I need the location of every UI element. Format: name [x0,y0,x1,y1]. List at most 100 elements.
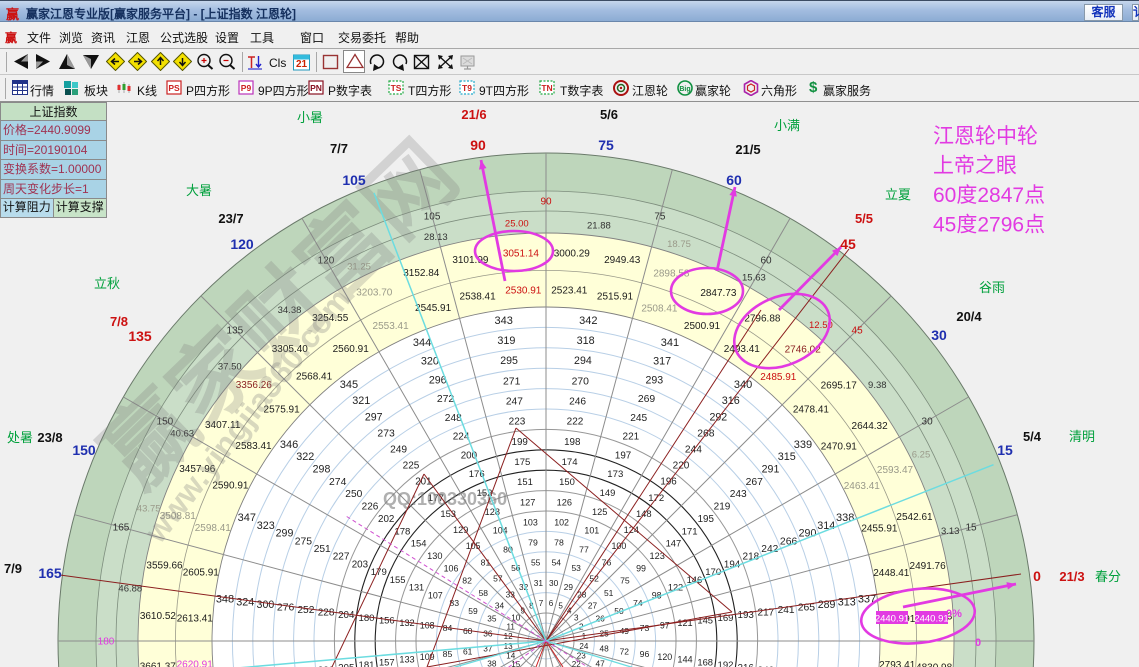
svg-text:192: 192 [717,660,733,667]
svg-text:150: 150 [72,442,96,458]
svg-text:133: 133 [399,655,414,665]
svg-text:2620.91: 2620.91 [177,659,214,667]
svg-text:小暑: 小暑 [297,110,323,125]
svg-text:9.38: 9.38 [868,380,887,391]
svg-text:2644.32: 2644.32 [852,421,889,432]
svg-text:219: 219 [714,502,731,513]
svg-text:77: 77 [579,544,589,554]
svg-text:38: 38 [487,658,497,667]
svg-text:60: 60 [760,256,772,267]
svg-text:298: 298 [313,464,331,476]
svg-text:58: 58 [479,588,489,598]
svg-text:299: 299 [276,528,294,540]
svg-text:55: 55 [531,558,541,568]
svg-text:274: 274 [329,477,347,488]
svg-text:135: 135 [128,328,152,344]
svg-text:3152.84: 3152.84 [403,268,440,279]
svg-text:11: 11 [506,622,515,631]
svg-text:300: 300 [257,599,275,611]
svg-text:127: 127 [520,497,535,507]
svg-text:168: 168 [697,656,713,667]
svg-text:322: 322 [296,451,314,463]
svg-text:342: 342 [579,315,597,327]
svg-text:PN: PN [310,83,322,93]
svg-text:13: 13 [504,642,514,651]
svg-text:20/4: 20/4 [956,309,982,324]
svg-text:338: 338 [836,512,854,524]
svg-text:201: 201 [415,477,431,488]
svg-text:5/4: 5/4 [1023,429,1042,444]
svg-text:79: 79 [528,538,538,548]
svg-text:18.75: 18.75 [667,239,691,250]
svg-text:TN: TN [541,83,552,93]
svg-text:144: 144 [677,655,692,665]
svg-text:105: 105 [342,172,366,188]
svg-text:180: 180 [98,637,115,648]
svg-text:T9: T9 [462,83,472,93]
svg-text:0: 0 [975,637,981,649]
svg-text:2613.41: 2613.41 [177,613,214,624]
svg-text:4830.98: 4830.98 [916,662,953,667]
svg-text:171: 171 [682,526,698,537]
svg-text:147: 147 [666,538,682,549]
svg-text:251: 251 [314,544,331,555]
svg-text:157: 157 [379,656,395,667]
svg-text:165: 165 [38,565,62,581]
svg-text:34: 34 [495,600,505,610]
svg-text:21/3: 21/3 [1059,569,1084,584]
svg-text:226: 226 [362,502,379,513]
svg-text:75: 75 [598,137,614,153]
svg-text:2485.91: 2485.91 [760,372,797,383]
svg-text:5/5: 5/5 [855,211,873,226]
svg-text:2455.91: 2455.91 [861,524,898,535]
svg-text:15: 15 [997,442,1013,458]
svg-text:2542.61: 2542.61 [896,512,933,523]
svg-text:谷雨: 谷雨 [979,280,1005,295]
svg-text:54: 54 [552,558,562,568]
svg-text:175: 175 [514,457,530,468]
svg-text:处暑: 处暑 [7,430,33,445]
svg-text:0%: 0% [946,608,962,620]
svg-text:222: 222 [567,417,584,428]
svg-text:53: 53 [571,563,581,573]
svg-text:2463.41: 2463.41 [844,481,881,492]
svg-text:165: 165 [113,523,130,534]
svg-text:106: 106 [444,563,459,573]
svg-text:316: 316 [722,395,740,407]
svg-text:267: 267 [746,477,764,488]
svg-text:150: 150 [559,476,575,487]
svg-text:2530.91: 2530.91 [505,285,542,296]
svg-text:2796.88: 2796.88 [744,313,781,324]
svg-text:30: 30 [922,417,934,428]
svg-text:317: 317 [653,356,671,368]
svg-text:72: 72 [620,646,630,656]
svg-text:2448.41: 2448.41 [873,568,910,579]
svg-text:2470.91: 2470.91 [821,441,858,452]
svg-text:273: 273 [377,428,395,439]
svg-text:324: 324 [236,596,254,608]
svg-text:2500.91: 2500.91 [684,321,721,332]
svg-text:21.88: 21.88 [587,221,611,232]
svg-text:21/6: 21/6 [461,107,486,122]
svg-text:2560.91: 2560.91 [333,344,370,355]
svg-text:130: 130 [427,551,442,561]
svg-text:2508.41: 2508.41 [641,303,678,314]
svg-text:7/9: 7/9 [4,561,22,576]
svg-text:153: 153 [440,508,456,519]
svg-text:2538.41: 2538.41 [460,291,497,302]
svg-text:51: 51 [604,588,614,598]
svg-text:320: 320 [421,356,439,368]
svg-text:2440.91: 2440.91 [875,614,909,625]
svg-text:347: 347 [238,512,256,524]
svg-text:5: 5 [558,602,563,611]
svg-text:立秋: 立秋 [94,276,120,291]
svg-text:227: 227 [333,552,350,563]
svg-text:270: 270 [572,376,590,387]
svg-text:立夏: 立夏 [885,187,911,202]
svg-text:2553.41: 2553.41 [373,321,410,332]
svg-text:15.63: 15.63 [742,273,766,284]
svg-text:96: 96 [640,649,650,659]
svg-text:78: 78 [554,538,564,548]
svg-text:2598.41: 2598.41 [195,523,232,534]
svg-text:P9: P9 [241,83,252,93]
